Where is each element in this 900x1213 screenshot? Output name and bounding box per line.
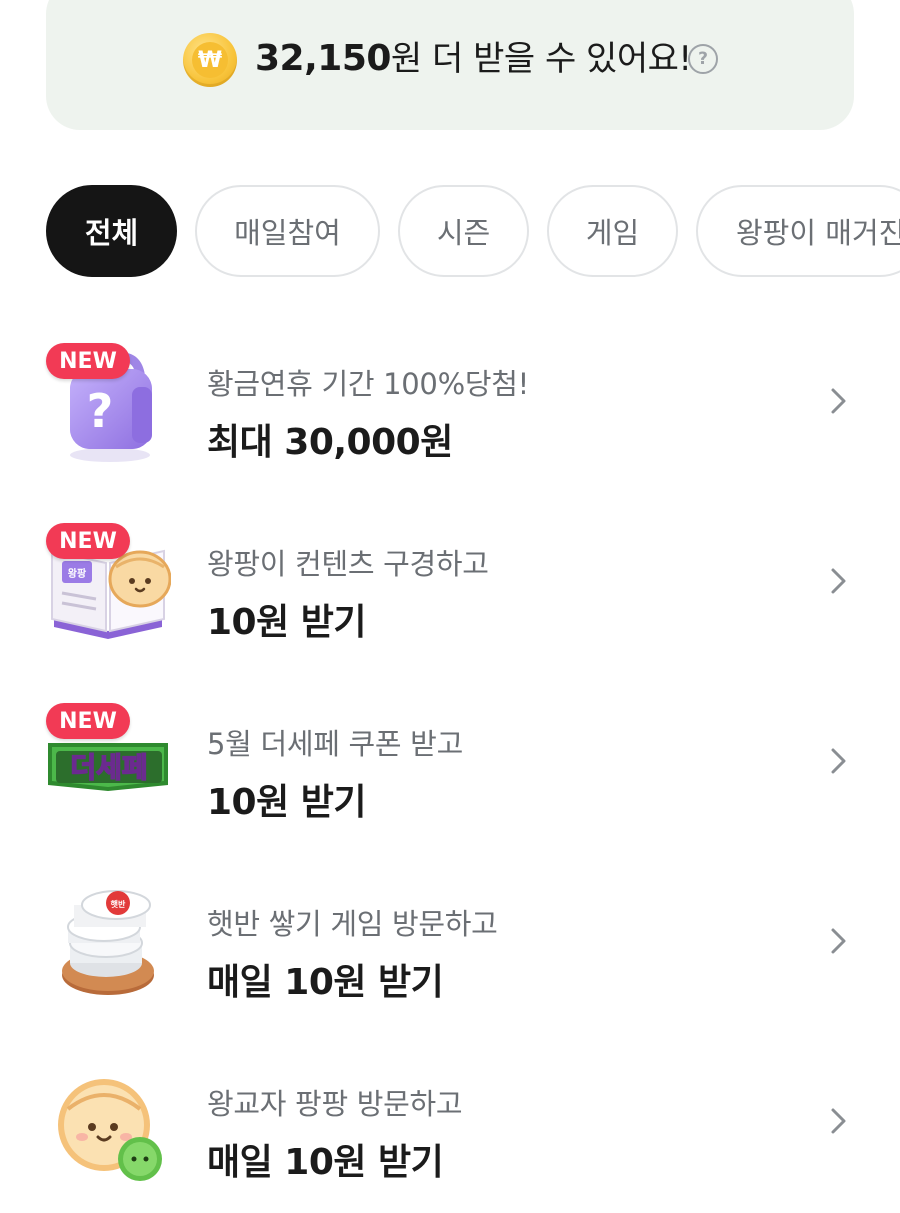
reward-suffix: 원 더 받을 수 있어요!	[390, 39, 692, 79]
mission-subtitle: 5월 더세페 쿠폰 받고	[207, 727, 463, 761]
won-symbol: ₩	[192, 42, 228, 78]
mission-reward: 10원 받기	[207, 602, 367, 643]
rice-stack-icon: 햇반	[46, 883, 171, 1008]
svg-text:?: ?	[87, 384, 114, 438]
chip-game[interactable]: 게임	[547, 185, 678, 277]
mission-subtitle: 왕교자 팡팡 방문하고	[207, 1087, 463, 1121]
chip-magazine[interactable]: 왕팡이 매거진	[696, 185, 900, 277]
dumpling-character-icon	[46, 1063, 171, 1188]
mission-item-golden-holiday[interactable]: NEW ? 황금연휴 기간 100%당첨! 최대 30,000원	[0, 343, 900, 493]
mission-item-desepe[interactable]: NEW 더세페 5월 더세페 쿠폰 받고 10원 받기	[0, 703, 900, 853]
mission-item-magazine[interactable]: NEW 왕팡 왕팡이 컨텐츠 구경하고 10원 받기	[0, 523, 900, 673]
rice-brand-text: 햇반	[111, 899, 126, 909]
chevron-right-icon	[831, 1108, 846, 1134]
mission-subtitle: 황금연휴 기간 100%당첨!	[207, 367, 529, 401]
chip-daily[interactable]: 매일참여	[195, 185, 380, 277]
magazine-dumpling-icon: NEW 왕팡	[46, 523, 172, 648]
mission-reward: 10원 받기	[207, 782, 367, 823]
new-badge: NEW	[46, 523, 130, 559]
mission-subtitle: 왕팡이 컨텐츠 구경하고	[207, 547, 489, 581]
new-badge: NEW	[46, 703, 130, 739]
mission-reward: 매일 10원 받기	[207, 1142, 444, 1183]
magazine-cover-text: 왕팡	[68, 567, 87, 580]
mission-reward: 최대 30,000원	[207, 422, 453, 463]
mission-reward: 매일 10원 받기	[207, 962, 444, 1003]
chip-season[interactable]: 시즌	[398, 185, 529, 277]
mission-item-rice-stack[interactable]: 햇반 햇반 쌓기 게임 방문하고 매일 10원 받기	[0, 883, 900, 1033]
desepe-logo-icon: NEW 더세페	[46, 703, 171, 828]
coin-icon: ₩	[183, 33, 237, 87]
chip-all[interactable]: 전체	[46, 185, 177, 277]
chevron-right-icon	[831, 928, 846, 954]
new-badge: NEW	[46, 343, 130, 379]
mission-subtitle: 햇반 쌓기 게임 방문하고	[207, 907, 498, 941]
mystery-box-icon: NEW ?	[46, 343, 171, 468]
chevron-right-icon	[831, 388, 846, 414]
filter-chips: 전체 매일참여 시즌 게임 왕팡이 매거진	[46, 185, 900, 277]
reward-summary: 32,150원 더 받을 수 있어요!	[255, 34, 692, 84]
desepe-logo-text: 더세페	[70, 751, 147, 784]
mission-item-dumpling[interactable]: 왕교자 팡팡 방문하고 매일 10원 받기	[0, 1063, 900, 1213]
chevron-right-icon	[831, 568, 846, 594]
help-icon[interactable]: ?	[688, 44, 718, 74]
chevron-right-icon	[831, 748, 846, 774]
reward-amount: 32,150	[255, 38, 391, 79]
